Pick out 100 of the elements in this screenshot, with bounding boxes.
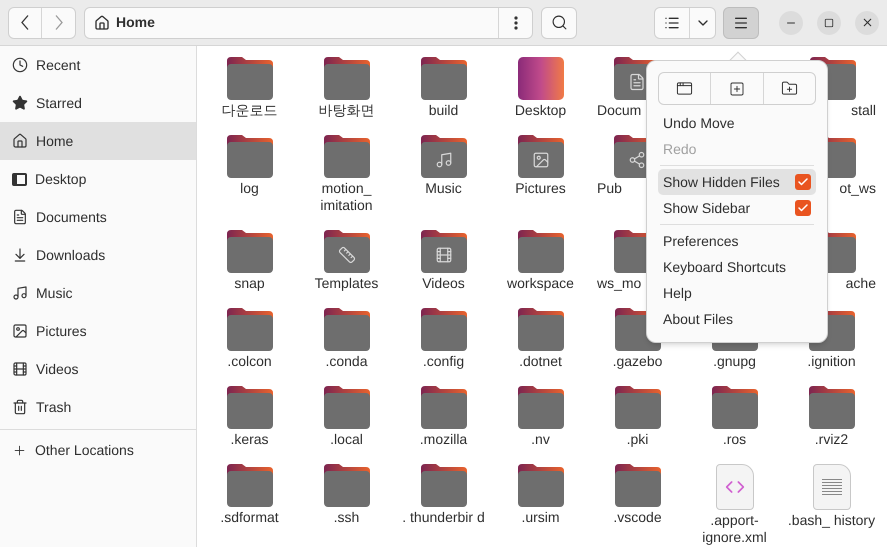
folder-plus-icon <box>780 80 798 97</box>
menu-item[interactable]: Help <box>658 280 816 306</box>
file-name[interactable]: 바탕화면 <box>302 102 390 119</box>
sidebar-item[interactable]: Starred <box>0 84 196 122</box>
file-name[interactable]: .nv <box>496 431 584 448</box>
folder-icon <box>518 386 564 429</box>
folder-icon <box>324 57 370 100</box>
folder-icon <box>808 386 854 429</box>
file-name[interactable]: ache <box>846 275 876 292</box>
folder-icon <box>324 308 370 351</box>
file-name[interactable]: . thunderbir d <box>400 509 488 526</box>
sidebar-item[interactable]: Documents <box>0 198 196 236</box>
sidebar-item[interactable]: Other Locations <box>0 430 196 470</box>
folder-icon <box>226 308 272 351</box>
trash-icon <box>12 399 28 415</box>
file-name[interactable]: .dotnet <box>496 353 584 370</box>
file-name[interactable]: .gnupg <box>690 353 778 370</box>
check-icon <box>797 202 809 214</box>
file-name[interactable]: .rviz2 <box>788 431 876 448</box>
folder-icon <box>518 230 564 273</box>
file-name[interactable]: .bash_ history <box>788 512 876 529</box>
folder-icon <box>420 308 466 351</box>
sidebar-item[interactable]: Home <box>0 122 196 160</box>
file-name[interactable]: stall <box>851 102 876 119</box>
file-name[interactable]: Pictures <box>496 180 584 197</box>
file-name[interactable]: .ros <box>690 431 778 448</box>
file-name[interactable]: .ignition <box>788 353 876 370</box>
music-icon <box>12 285 28 301</box>
close-button[interactable] <box>855 10 879 34</box>
forward-icon <box>54 15 62 30</box>
file-name[interactable]: .keras <box>206 431 294 448</box>
file-name[interactable]: .ursim <box>496 509 584 526</box>
folder-icon <box>226 135 272 178</box>
folder-icon <box>324 386 370 429</box>
menu-item[interactable]: Keyboard Shortcuts <box>658 254 816 280</box>
file-name[interactable]: .apport- ignore.xml <box>690 512 778 546</box>
file-name[interactable]: .vscode <box>594 509 682 526</box>
checkbox[interactable] <box>795 174 811 190</box>
file-name[interactable]: .config <box>400 353 488 370</box>
list-icon <box>664 14 680 30</box>
file-name[interactable]: .ssh <box>302 509 390 526</box>
location-label: Home <box>116 13 156 32</box>
file-name[interactable]: ot_ws <box>839 180 876 197</box>
folder-icon <box>420 464 466 507</box>
path-bar[interactable]: Home <box>84 6 533 38</box>
menu-icon <box>733 14 749 30</box>
star-icon <box>12 95 28 111</box>
folder-icon <box>226 57 272 100</box>
file-name[interactable]: Videos <box>400 275 488 292</box>
sidebar-item[interactable]: Pictures <box>0 312 196 350</box>
folder-icon <box>226 230 272 273</box>
search-button[interactable] <box>541 6 577 38</box>
menu-button[interactable] <box>723 6 759 38</box>
recent-icon <box>12 57 28 73</box>
sidebar-item[interactable]: Downloads <box>0 236 196 274</box>
file-name[interactable]: workspace <box>496 275 584 292</box>
menu-item[interactable]: Undo Move <box>658 110 816 136</box>
menu-item[interactable]: Show Sidebar <box>658 195 816 221</box>
file-name[interactable]: .sdformat <box>206 509 294 526</box>
desktop-folder-icon <box>518 57 564 100</box>
folder-icon <box>324 135 370 178</box>
file-name[interactable]: snap <box>206 275 294 292</box>
file-name[interactable]: 다운로드 <box>206 102 294 119</box>
folder-icon <box>226 386 272 429</box>
file-name[interactable]: .colcon <box>206 353 294 370</box>
sidebar-item[interactable]: Desktop <box>0 160 196 198</box>
file-name[interactable]: .pki <box>594 431 682 448</box>
checkbox[interactable] <box>795 200 811 216</box>
picture-icon <box>12 323 28 339</box>
menu-item-label: Show Hidden Files <box>663 172 780 192</box>
folder-music-icon <box>420 135 466 178</box>
file-name[interactable]: .conda <box>302 353 390 370</box>
file-name[interactable]: Templates <box>302 275 390 292</box>
folder-icon <box>712 386 758 429</box>
file-name[interactable]: build <box>400 102 488 119</box>
search-icon <box>550 14 568 31</box>
folder-icon <box>420 57 466 100</box>
menu-item[interactable]: Preferences <box>658 228 816 254</box>
maximize-button[interactable] <box>817 10 841 34</box>
file-name[interactable]: ws_mo <box>597 275 642 292</box>
sidebar-item[interactable]: Trash <box>0 388 196 426</box>
menu-item[interactable]: About Files <box>658 306 816 332</box>
file-name[interactable]: Pub <box>597 180 622 197</box>
file-name[interactable]: Desktop <box>496 102 584 119</box>
back-icon <box>21 15 29 30</box>
folder-icon <box>614 386 660 429</box>
file-name[interactable]: Docum <box>597 102 642 119</box>
file-name[interactable]: log <box>206 180 294 197</box>
sidebar-item[interactable]: Music <box>0 274 196 312</box>
home-icon <box>94 14 110 30</box>
code-file-icon <box>716 464 754 510</box>
file-name[interactable]: .mozilla <box>400 431 488 448</box>
file-name[interactable]: .local <box>302 431 390 448</box>
menu-item[interactable]: Show Hidden Files <box>658 169 816 195</box>
sidebar-item[interactable]: Recent <box>0 46 196 84</box>
folder-icon <box>518 308 564 351</box>
sidebar-item[interactable]: Videos <box>0 350 196 388</box>
file-name[interactable]: Music <box>400 180 488 197</box>
file-name[interactable]: motion_ imitation <box>302 180 390 214</box>
file-name[interactable]: .gazebo <box>594 353 682 370</box>
